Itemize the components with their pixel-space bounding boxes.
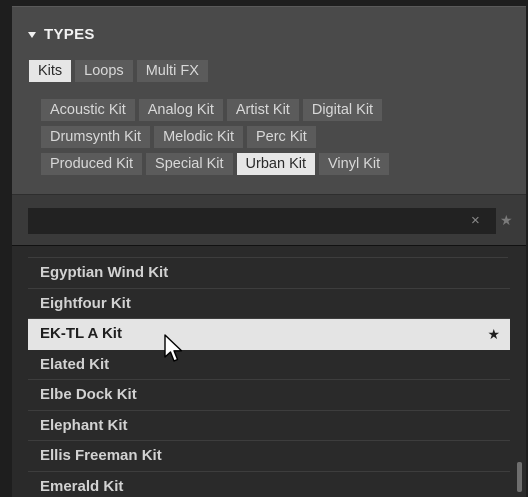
mouse-pointer-icon bbox=[164, 334, 183, 362]
list-item[interactable]: Egyptian Wind Kit bbox=[28, 258, 510, 289]
list-item-label: Elephant Kit bbox=[40, 416, 128, 434]
list-item-label: Emerald Kit bbox=[40, 477, 124, 495]
subtype-chip-perc-kit[interactable]: Perc Kit bbox=[246, 126, 316, 148]
type-tab-multi-fx[interactable]: Multi FX bbox=[136, 60, 208, 82]
star-icon[interactable]: ★ bbox=[487, 319, 500, 349]
list-item[interactable]: Elated Kit bbox=[28, 350, 510, 380]
type-tab-kits[interactable]: Kits bbox=[29, 60, 72, 82]
browser-panel: TYPES Kits Loops Multi FX Acoustic Kit Anal… bbox=[0, 0, 528, 497]
scrollbar-thumb[interactable] bbox=[517, 462, 522, 492]
result-items: Egyptian Wind Kit Eightfour Kit EK-TL A Ki… bbox=[28, 258, 510, 497]
subtype-chip-artist-kit[interactable]: Artist Kit bbox=[226, 99, 299, 121]
subtype-chip-digital-kit[interactable]: Digital Kit bbox=[302, 99, 383, 121]
list-item[interactable]: Elbe Dock Kit bbox=[28, 380, 510, 411]
star-icon[interactable]: ★ bbox=[500, 213, 513, 227]
list-item-label: Elbe Dock Kit bbox=[40, 386, 137, 403]
triangle-down-icon[interactable] bbox=[28, 31, 36, 38]
subtype-chip-special-kit[interactable]: Special Kit bbox=[146, 153, 233, 175]
list-item[interactable]: Eightfour Kit bbox=[28, 289, 510, 319]
subtype-chip-analog-kit[interactable]: Analog Kit bbox=[138, 99, 223, 121]
subtype-chip-acoustic-kit[interactable]: Acoustic Kit bbox=[41, 99, 135, 121]
types-title: TYPES bbox=[44, 25, 95, 43]
subtype-chip-drumsynth-kit[interactable]: Drumsynth Kit bbox=[41, 126, 151, 148]
list-item-label: EK-TL A Kit bbox=[40, 325, 122, 342]
list-item-label: Egyptian Wind Kit bbox=[40, 264, 169, 281]
list-item[interactable]: Emerald Kit bbox=[28, 472, 510, 497]
search-bar: × ★ bbox=[12, 194, 526, 246]
list-item[interactable]: EK-TL A Kit ★ bbox=[28, 319, 510, 350]
search-input[interactable] bbox=[28, 208, 496, 234]
subtype-row-3: Produced Kit Special Kit Urban Kit Vinyl Ki… bbox=[41, 153, 390, 175]
subtype-chip-urban-kit[interactable]: Urban Kit bbox=[236, 153, 315, 175]
type-tab-loops[interactable]: Loops bbox=[75, 60, 133, 82]
list-item-label: Ellis Freeman Kit bbox=[40, 447, 162, 464]
close-icon[interactable]: × bbox=[471, 213, 480, 228]
list-item[interactable]: Ellis Freeman Kit bbox=[28, 441, 510, 472]
category-tabs: Kits Loops Multi FX bbox=[29, 60, 208, 82]
types-panel: TYPES Kits Loops Multi FX Acoustic Kit Anal… bbox=[12, 6, 526, 194]
types-header[interactable]: TYPES bbox=[28, 24, 95, 44]
list-item-label: Elated Kit bbox=[40, 355, 110, 373]
list-item[interactable]: Elephant Kit bbox=[28, 411, 510, 441]
list-item-label: Eightfour Kit bbox=[40, 294, 131, 312]
results-list: Egyptian Wind Kit Eightfour Kit EK-TL A Ki… bbox=[12, 246, 526, 497]
subtype-chip-produced-kit[interactable]: Produced Kit bbox=[41, 153, 143, 175]
subtype-chip-vinyl-kit[interactable]: Vinyl Kit bbox=[319, 153, 390, 175]
subtype-row-2: Drumsynth Kit Melodic Kit Perc Kit bbox=[41, 126, 316, 148]
subtype-chip-melodic-kit[interactable]: Melodic Kit bbox=[154, 126, 243, 148]
subtype-row-1: Acoustic Kit Analog Kit Artist Kit Digital … bbox=[41, 99, 383, 121]
